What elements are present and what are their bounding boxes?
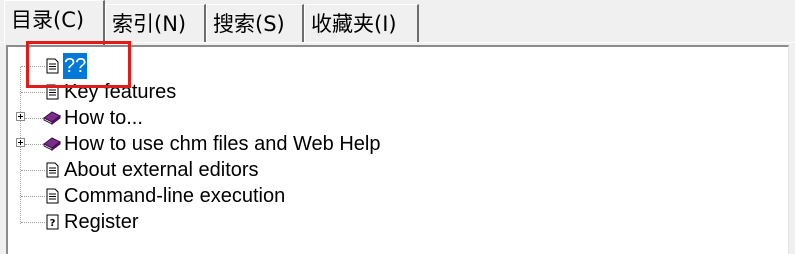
expand-icon[interactable] xyxy=(16,112,25,121)
tree-connector xyxy=(25,144,43,145)
tree-item-label: How to... xyxy=(64,107,143,129)
tree-item-label: How to use chm files and Web Help xyxy=(64,133,381,155)
tab-search[interactable]: 搜索(S) xyxy=(206,4,304,42)
page-icon xyxy=(46,162,59,178)
tree-item[interactable]: How to... xyxy=(8,105,708,131)
tab-index[interactable]: 索引(N) xyxy=(105,4,206,42)
tree-connector xyxy=(21,92,45,93)
expand-icon[interactable] xyxy=(16,138,25,147)
page-icon xyxy=(46,188,59,204)
tree-connector xyxy=(21,196,45,197)
annotation-highlight-box xyxy=(26,41,131,88)
help-page-icon: ? xyxy=(46,214,59,230)
tree-item[interactable]: How to use chm files and Web Help xyxy=(8,131,708,157)
tab-contents-label: 目录(C) xyxy=(11,8,85,32)
book-icon xyxy=(43,137,61,151)
tab-contents[interactable]: 目录(C) xyxy=(4,0,105,45)
tree-item-label: Command-line execution xyxy=(64,185,286,207)
svg-text:?: ? xyxy=(50,218,56,229)
tree-item-label: Register xyxy=(64,211,139,233)
tree-connector xyxy=(21,170,45,171)
tree-connector xyxy=(21,222,45,223)
tab-strip: 目录(C) 索引(N) 搜索(S) 收藏夹(I) xyxy=(0,0,795,45)
tab-search-label: 搜索(S) xyxy=(213,12,285,36)
tree-connector xyxy=(25,118,43,119)
tree-item[interactable]: About external editors xyxy=(8,157,708,183)
book-icon xyxy=(43,111,61,125)
tab-favorites[interactable]: 收藏夹(I) xyxy=(304,4,419,42)
tree-item-label: About external editors xyxy=(64,159,259,181)
tab-favorites-label: 收藏夹(I) xyxy=(311,12,397,36)
tree-item[interactable]: ? Register xyxy=(8,209,708,235)
tab-index-label: 索引(N) xyxy=(112,12,187,36)
help-navigation-pane: 目录(C) 索引(N) 搜索(S) 收藏夹(I) ?? Key features… xyxy=(0,0,795,254)
tree-item[interactable]: Command-line execution xyxy=(8,183,708,209)
